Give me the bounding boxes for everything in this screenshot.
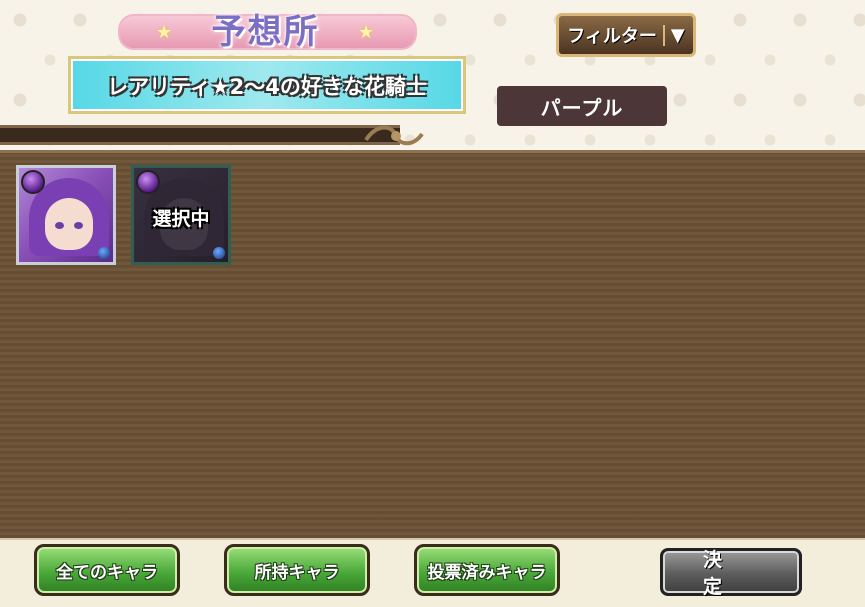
selected-label: 選択中: [152, 208, 210, 230]
filter-label: フィルター: [567, 26, 657, 47]
character-face: [45, 198, 93, 250]
dropdown-arrow-icon: ▼: [662, 24, 685, 46]
character-card[interactable]: [16, 165, 116, 265]
condition-banner: レアリティ★2～4の好きな花騎士: [68, 56, 466, 114]
attribute-orb-icon: [136, 170, 160, 194]
character-board: [0, 150, 865, 538]
attribute-filter-chip[interactable]: パープル: [497, 86, 667, 126]
page-title: 予想所: [211, 12, 320, 52]
eye-icon: [55, 222, 64, 229]
title-banner: ★ ★ 予想所: [118, 4, 417, 54]
eye-icon: [74, 222, 83, 229]
voted-characters-button[interactable]: 投票済みキャラ: [414, 544, 560, 596]
header: ★ ★ 予想所 レアリティ★2～4の好きな花騎士 フィルター ▼ パープル: [0, 0, 865, 150]
condition-text: レアリティ★2～4の好きな花騎士: [107, 75, 427, 99]
ornament-icon: [364, 125, 424, 146]
rarity-gem-icon: [213, 247, 225, 259]
rarity-gem-icon: [98, 247, 110, 259]
owned-characters-button[interactable]: 所持キャラ: [224, 544, 370, 596]
filter-button[interactable]: フィルター ▼: [556, 13, 696, 57]
confirm-button[interactable]: 決定: [660, 548, 802, 598]
character-card-selected[interactable]: 選択中: [131, 165, 231, 265]
all-characters-button[interactable]: 全てのキャラ: [34, 544, 180, 596]
header-divider: [0, 125, 400, 145]
attribute-orb-icon: [21, 170, 45, 194]
